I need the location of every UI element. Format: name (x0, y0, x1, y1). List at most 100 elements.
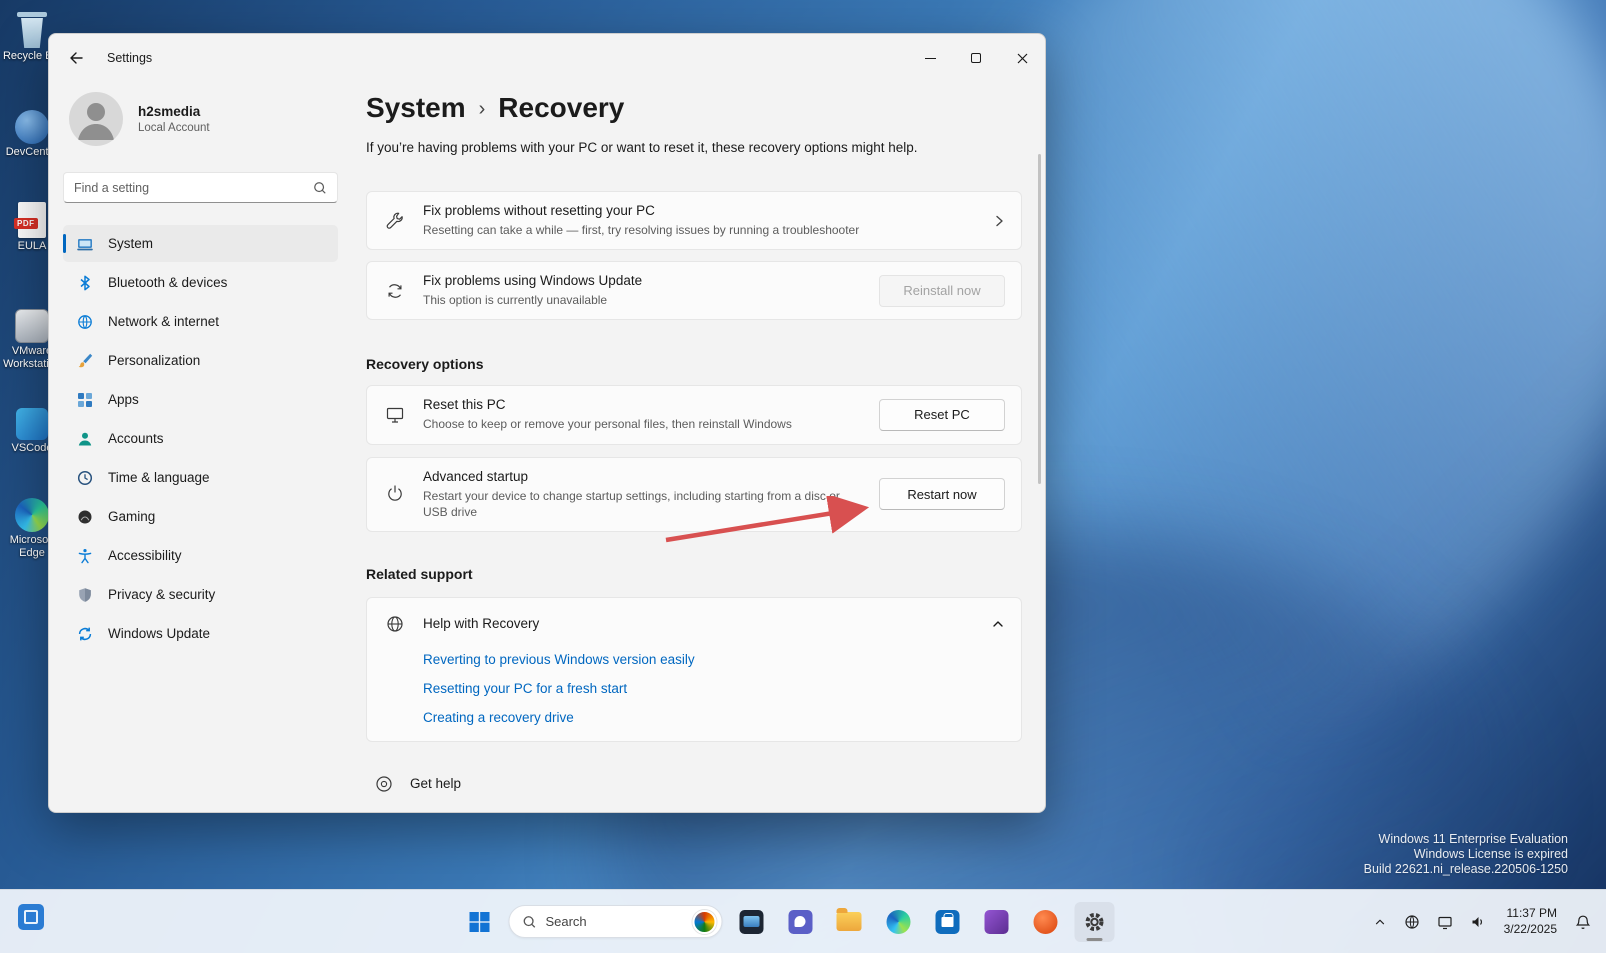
sidebar-item-windows-update[interactable]: Windows Update (63, 615, 338, 652)
system-tray: 11:37 PM 3/22/2025 (1368, 902, 1596, 941)
sidebar-item-accounts[interactable]: Accounts (63, 420, 338, 457)
find-setting-search[interactable] (63, 172, 338, 203)
card-title: Fix problems using Windows Update (423, 273, 643, 289)
volume-icon[interactable] (1465, 909, 1491, 935)
back-button[interactable] (59, 43, 93, 73)
reinstall-now-button[interactable]: Reinstall now (879, 274, 1005, 307)
card-subtitle: Choose to keep or remove your personal f… (423, 417, 792, 432)
card-advanced-startup: Advanced startup Restart your device to … (366, 456, 1022, 532)
card-fix-problems-troubleshooter[interactable]: Fix problems without resetting your PC R… (366, 191, 1022, 251)
maximize-icon (971, 53, 981, 63)
file-explorer-icon[interactable] (829, 902, 869, 942)
orange-app-icon[interactable] (1025, 902, 1065, 942)
restart-now-button[interactable]: Restart now (879, 478, 1005, 511)
windows-watermark: Windows 11 Enterprise Evaluation Windows… (1364, 832, 1568, 877)
breadcrumb-system[interactable]: System (366, 92, 466, 124)
taskbar-corner-widget-icon[interactable] (18, 904, 44, 930)
globe-network-icon (77, 314, 93, 330)
taskbar-clock[interactable]: 11:37 PM 3/22/2025 (1498, 902, 1563, 941)
power-restart-icon (383, 484, 407, 504)
help-link-revert-version[interactable]: Reverting to previous Windows version ea… (423, 652, 1005, 667)
recovery-page: System › Recovery If you’re having probl… (366, 82, 1022, 812)
sidebar-item-label: Time & language (108, 470, 210, 485)
recycle-bin-icon (12, 8, 52, 48)
update-arrows-icon (77, 626, 93, 642)
search-icon (314, 181, 326, 194)
breadcrumb-separator: › (478, 98, 486, 120)
window-titlebar: Settings (49, 34, 1045, 82)
sidebar-item-label: Accessibility (108, 548, 182, 563)
visual-studio-app-icon[interactable] (976, 902, 1016, 942)
search-label: Search (545, 914, 587, 929)
sidebar-item-apps[interactable]: Apps (63, 381, 338, 418)
windows-logo-icon (469, 911, 490, 932)
sidebar-item-privacy[interactable]: Privacy & security (63, 576, 338, 613)
settings-app-icon[interactable] (1074, 901, 1115, 942)
reset-pc-icon (383, 405, 407, 425)
minimize-button[interactable] (907, 34, 953, 82)
section-recovery-options: Recovery options (366, 356, 484, 373)
tray-chevron-up-icon[interactable] (1368, 910, 1392, 934)
help-with-recovery-expander: Help with Recovery Reverting to previous… (366, 596, 1022, 742)
sidebar-item-bluetooth[interactable]: Bluetooth & devices (63, 264, 338, 301)
card-title: Reset this PC (423, 397, 506, 413)
notification-bell-icon[interactable] (1570, 909, 1596, 935)
card-title: Advanced startup (423, 468, 529, 484)
sidebar-item-accessibility[interactable]: Accessibility (63, 537, 338, 574)
get-help-link[interactable]: Get help (366, 774, 1022, 794)
get-help-label: Get help (410, 776, 462, 792)
sidebar-item-time-language[interactable]: Time & language (63, 459, 338, 496)
account-type: Local Account (138, 122, 210, 134)
help-link-reset-fresh-start[interactable]: Resetting your PC for a fresh start (423, 681, 1005, 696)
card-title: Fix problems without resetting your PC (423, 203, 655, 218)
scrollbar[interactable] (1038, 154, 1041, 484)
microsoft-store-icon[interactable] (927, 902, 967, 942)
sidebar-item-label: Bluetooth & devices (108, 275, 228, 290)
sidebar-item-label: Gaming (108, 509, 156, 524)
minimize-icon (924, 57, 936, 59)
taskbar: Search 11:37 PM 3/22/2025 (0, 889, 1606, 953)
sidebar-item-gaming[interactable]: Gaming (63, 498, 338, 535)
sidebar-item-label: Windows Update (108, 626, 211, 641)
display-cast-icon[interactable] (1432, 909, 1458, 935)
card-subtitle: This option is currently unavailable (423, 293, 608, 308)
sidebar-item-label: Accounts (108, 431, 164, 446)
chevron-up-icon (991, 618, 1005, 630)
close-button[interactable] (999, 34, 1045, 82)
system-icon (77, 236, 93, 252)
clock-date: 3/22/2025 (1503, 921, 1557, 936)
globe-icon (383, 614, 407, 634)
find-setting-input[interactable] (74, 180, 313, 195)
sidebar-item-label: System (108, 236, 154, 251)
maximize-button[interactable] (953, 34, 999, 82)
breadcrumb: System › Recovery (366, 92, 1022, 124)
taskbar-search[interactable]: Search (508, 905, 723, 938)
arrow-left-icon (70, 52, 83, 64)
start-button[interactable] (459, 902, 499, 942)
sidebar-item-system[interactable]: System (63, 225, 338, 262)
gear-icon (1085, 912, 1104, 931)
monitor-app-icon[interactable] (731, 902, 771, 942)
teams-chat-icon[interactable] (780, 902, 820, 942)
help-expander-header[interactable]: Help with Recovery (367, 598, 1021, 650)
help-link-recovery-drive[interactable]: Creating a recovery drive (423, 710, 1005, 725)
pdf-badge: PDF (14, 218, 38, 229)
devcenter-icon (12, 104, 52, 144)
sidebar-item-personalization[interactable]: Personalization (63, 342, 338, 379)
search-highlights-icon (692, 909, 717, 934)
brush-icon (77, 353, 93, 369)
reset-pc-button[interactable]: Reset PC (879, 398, 1005, 431)
settings-window: Settings h2smedia Local Account Find a s… (48, 33, 1046, 813)
avatar (69, 92, 123, 146)
card-subtitle: Restart your device to change startup se… (423, 488, 840, 519)
sidebar-item-network[interactable]: Network & internet (63, 303, 338, 340)
pdf-document-icon: PDF (12, 198, 52, 238)
account-summary[interactable]: h2smedia Local Account (69, 92, 338, 146)
shield-icon (77, 587, 93, 603)
get-help-icon (374, 774, 394, 794)
sync-arrows-icon (383, 281, 407, 301)
edge-browser-icon[interactable] (878, 902, 918, 942)
card-title: Help with Recovery (423, 616, 540, 632)
xbox-sphere-icon (77, 509, 93, 525)
network-globe-icon[interactable] (1399, 909, 1425, 935)
